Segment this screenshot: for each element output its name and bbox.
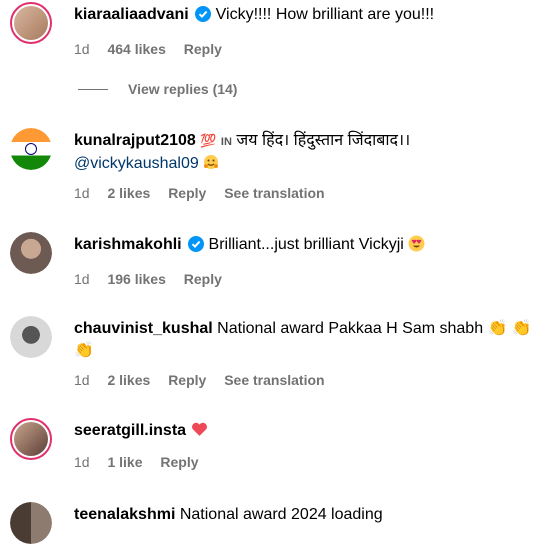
clapping-hands-emoji-icon: 👏 — [487, 320, 508, 337]
comment-username[interactable]: kiaraaliaadvani — [74, 6, 189, 23]
comment-time[interactable]: 1d — [74, 372, 90, 388]
comment-meta: 1d 196 likes Reply — [74, 269, 545, 289]
comment-meta: 1d 464 likes Reply — [74, 39, 545, 59]
reply-button[interactable]: Reply — [168, 185, 206, 201]
reply-button[interactable]: Reply — [184, 271, 222, 287]
flag-india-icon: IN — [220, 136, 232, 148]
reply-button[interactable]: Reply — [168, 372, 206, 388]
reply-button[interactable]: Reply — [160, 454, 198, 470]
comment-username[interactable]: kunalrajput2108 — [74, 132, 196, 149]
comment-time[interactable]: 1d — [74, 271, 90, 287]
verified-badge-icon — [188, 236, 205, 259]
comment-meta: 1d 2 likes Reply See translation — [74, 183, 545, 203]
avatar[interactable] — [10, 316, 52, 358]
clapping-hands-emoji-icon: 👏 — [74, 342, 94, 359]
view-replies-button[interactable]: View replies (14) — [78, 81, 237, 97]
comment-text: जय हिंद। हिंदुस्तान जिंदाबाद।। — [236, 132, 411, 149]
hugging-face-emoji-icon — [203, 155, 219, 172]
avatar[interactable] — [10, 418, 52, 460]
avatar[interactable] — [10, 2, 52, 44]
likes-count[interactable]: 2 likes — [107, 185, 150, 201]
comment-username[interactable]: seeratgill.insta — [74, 422, 186, 439]
comment-text: National award Pakkaa H Sam shabh — [217, 320, 484, 337]
mention-link[interactable]: @vickykaushal09 — [74, 155, 199, 172]
likes-count[interactable]: 1 like — [107, 454, 142, 470]
comment-text: National award 2024 loading — [179, 506, 383, 523]
comment-meta: 1d 1 like Reply — [74, 452, 545, 472]
comment-time[interactable]: 1d — [74, 185, 90, 201]
likes-count[interactable]: 464 likes — [107, 41, 165, 57]
avatar[interactable] — [10, 128, 52, 170]
divider — [78, 88, 108, 90]
likes-count[interactable]: 2 likes — [107, 372, 150, 388]
comment-username[interactable]: chauvinist_kushal — [74, 320, 213, 337]
heart-eyes-emoji-icon — [408, 235, 425, 253]
likes-count[interactable]: 196 likes — [107, 271, 165, 287]
comment-text: Brilliant...just brilliant Vickyji — [208, 236, 404, 253]
comment-meta: 1d 2 likes Reply See translation — [74, 370, 545, 390]
comment-time[interactable]: 1d — [74, 454, 90, 470]
clapping-hands-emoji-icon: 👏 — [511, 320, 532, 337]
see-translation-button[interactable]: See translation — [224, 372, 324, 388]
avatar[interactable] — [10, 232, 52, 274]
see-translation-button[interactable]: See translation — [224, 185, 324, 201]
hundred-points-emoji-icon: 💯 — [200, 134, 217, 149]
comment-username[interactable]: karishmakohli — [74, 236, 182, 253]
reply-button[interactable]: Reply — [184, 41, 222, 57]
comment-time[interactable]: 1d — [74, 41, 90, 57]
comment-username[interactable]: teenalakshmi — [74, 506, 175, 523]
red-heart-emoji-icon — [191, 422, 208, 439]
verified-badge-icon — [195, 6, 212, 29]
comment-text: Vicky!!!! How brilliant are you!!! — [215, 6, 435, 23]
view-replies-label: View replies (14) — [128, 81, 238, 97]
